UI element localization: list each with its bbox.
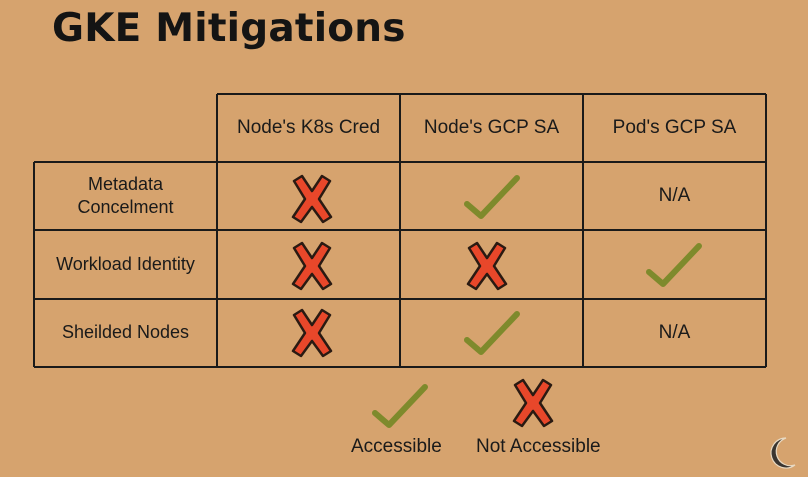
legend-check-icon [372,384,428,428]
x-icon [466,241,508,291]
column-header-pods-gcp-sa: Pod's GCP SA [612,116,737,138]
na-cell: N/A [658,184,691,206]
column-header-nodes-k8s-cred: Node's K8s Cred [236,116,381,138]
check-icon [464,175,520,219]
check-icon [464,311,520,355]
na-cell: N/A [658,321,691,343]
column-header-nodes-gcp-sa: Node's GCP SA [423,116,560,138]
row-label-metadata-concealment: Metadata Concelment [77,173,174,217]
legend-x-icon [512,378,554,428]
row-label-shielded-nodes: Sheilded Nodes [61,322,190,343]
legend-not-accessible-label: Not Accessible [476,436,601,457]
legend-accessible-label: Accessible [351,436,442,457]
x-icon [291,241,333,291]
x-icon [291,308,333,358]
check-icon [646,243,702,287]
crescent-moon-icon [770,437,796,469]
x-icon [291,174,333,224]
row-label-workload-identity: Workload Identity [56,253,195,274]
